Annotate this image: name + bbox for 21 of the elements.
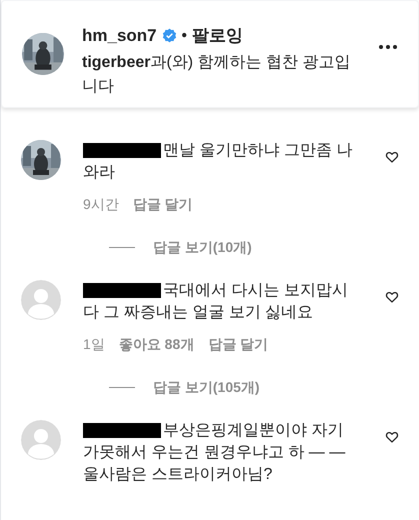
comment-text: 맨날 울기만하냐 그만좀 나와라 [83,141,354,183]
heart-icon[interactable] [385,430,399,444]
comment-action-link[interactable]: 좋아요 88개 [118,334,194,355]
sponsor-link[interactable]: tigerbeer [82,54,150,70]
view-replies-link[interactable]: 답글 보기(105개) [153,377,260,398]
comment-text: 부상은핑계일뿐이야 자기가못해서 우는건 뭔경우냐고 하 — — 울사람은 스트라이커아님? [83,421,346,485]
default-avatar-icon [21,420,61,460]
following-button[interactable]: 팔로잉 [192,23,243,48]
separator-dot: • [182,26,187,46]
sponsor-text: tigerbeer과(와) 함께하는 협찬 광고입니다 [82,52,352,96]
comment-action-link[interactable]: 답글 달기 [208,334,268,355]
comment-time: 9시간 [83,195,119,214]
comment-time: 1일 [83,335,105,354]
heart-icon[interactable] [385,150,399,164]
comment-text: 국대에서 다시는 보지맙시다 그 짜증내는 얼굴 보기 싫네요 [83,281,349,323]
username[interactable]: hm_son7 [82,23,157,48]
more-options-icon[interactable] [378,44,398,50]
heart-icon[interactable] [385,290,399,304]
default-avatar-icon [21,280,61,320]
comment-action-link[interactable]: 답글 달기 [132,194,193,215]
view-replies-link[interactable]: 답글 보기(10개) [153,237,252,258]
